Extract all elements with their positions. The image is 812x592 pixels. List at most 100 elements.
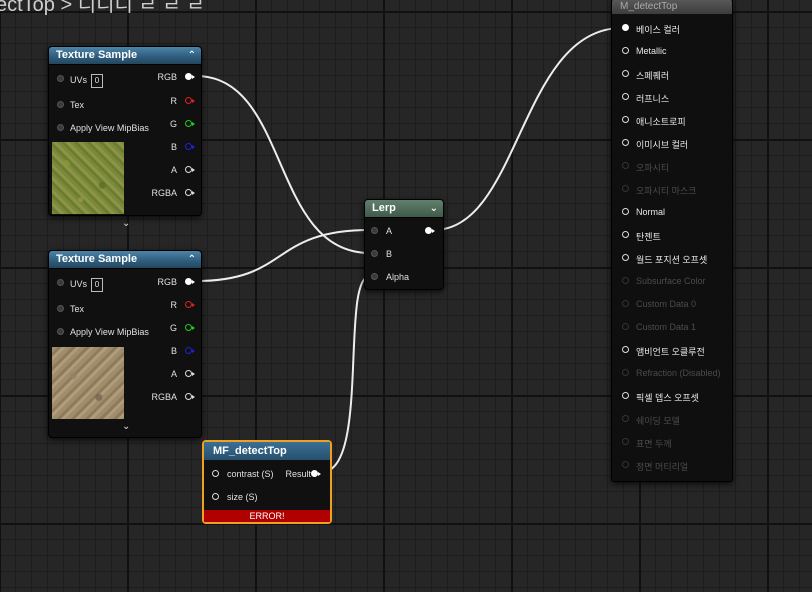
output-a-label: A (170, 369, 177, 379)
input-pin-icon[interactable] (622, 323, 629, 330)
node-header[interactable]: Texture Sample ⌃ (49, 47, 201, 65)
pin-label: contrast (S) (227, 469, 274, 479)
input-tex[interactable]: Tex (57, 304, 84, 314)
pin-label: 쉐이딩 모델 (636, 416, 680, 426)
input-pin-icon[interactable] (622, 438, 629, 445)
output-rgba-pin-icon[interactable] (185, 189, 195, 196)
pin-label: 픽셀 뎁스 오프셋 (636, 393, 699, 403)
input-pin-icon[interactable] (622, 300, 629, 307)
input-uvs[interactable]: UVs 0 (57, 74, 104, 88)
pin-label: Custom Data 1 (636, 322, 697, 332)
pin-label: Custom Data 0 (636, 299, 697, 309)
output-a-pin-icon[interactable] (185, 370, 195, 377)
pin-label: Normal (636, 207, 666, 217)
lerp-node[interactable]: Lerp ⌄ A B Alpha (364, 199, 444, 290)
output-b-pin-icon[interactable] (185, 143, 195, 150)
material-function-node[interactable]: MF_detectTop contrast (S) size (S) Resul… (202, 440, 332, 524)
output-pin-icon[interactable] (425, 227, 435, 234)
pin-label: Apply View MipBias (70, 327, 149, 337)
wire-rgb1-to-lerp-b (195, 75, 371, 254)
pin-label: 탄젠트 (636, 232, 661, 242)
wire-rgb2-to-lerp-a (195, 229, 371, 282)
input-pin-icon[interactable] (622, 415, 629, 422)
pin-label: 러프니스 (636, 94, 670, 104)
texture-sample-node-1[interactable]: Texture Sample ⌃ UVs 0 Tex Apply View Mip… (48, 46, 202, 229)
error-banner: ERROR! (204, 510, 330, 522)
input-pin-icon[interactable] (622, 116, 629, 123)
input-pin-icon[interactable] (622, 162, 629, 169)
output-b-label: B (170, 142, 177, 152)
input-pin-icon[interactable] (371, 227, 378, 234)
input-pin-icon[interactable] (371, 250, 378, 257)
input-pin-icon[interactable] (622, 208, 629, 215)
result-node-header[interactable]: M_detectTop (612, 0, 732, 14)
output-rgba-pin-icon[interactable] (185, 393, 195, 400)
input-pin-icon[interactable] (57, 279, 64, 286)
input-pin-icon[interactable] (622, 185, 629, 192)
input-pin-icon[interactable] (371, 273, 378, 280)
input-apply-view-mipbias[interactable]: Apply View MipBias (57, 327, 149, 337)
collapse-chevron-icon[interactable]: ⌄ (430, 200, 438, 217)
input-pin-icon[interactable] (622, 346, 629, 353)
input-pin-icon[interactable] (212, 470, 219, 477)
node-header[interactable]: Texture Sample ⌃ (49, 251, 201, 269)
output-g-pin-icon[interactable] (185, 120, 195, 127)
output-b-label: B (170, 346, 177, 356)
output-r-label: R (170, 300, 178, 310)
input-pin-icon[interactable] (57, 75, 64, 82)
pin-label: 애니소트로피 (636, 117, 686, 127)
material-result-node[interactable]: M_detectTop 베이스 컬러 Metallic 스페퀘러 러프니스 애니소트로피… (611, 0, 733, 482)
input-tex[interactable]: Tex (57, 100, 84, 110)
input-pin-icon[interactable] (622, 254, 629, 261)
input-pin-icon[interactable] (57, 101, 64, 108)
input-pin-icon[interactable] (622, 461, 629, 468)
wire-lerp-to-basecolor (433, 27, 623, 231)
input-uvs[interactable]: UVs 0 (57, 278, 104, 292)
input-pin-icon[interactable] (622, 277, 629, 284)
uv-index-field[interactable]: 0 (91, 278, 104, 292)
input-pin-icon[interactable] (622, 392, 629, 399)
collapse-chevron-icon[interactable]: ⌃ (188, 47, 196, 64)
expand-chevron-icon[interactable]: ⌄ (122, 218, 130, 229)
node-title: Texture Sample (56, 253, 138, 265)
input-pin-icon[interactable] (212, 493, 219, 500)
input-a[interactable]: A (371, 226, 392, 236)
output-r-pin-icon[interactable] (185, 97, 195, 104)
input-size[interactable]: size (S) (212, 492, 258, 502)
output-b-pin-icon[interactable] (185, 347, 195, 354)
input-alpha[interactable]: Alpha (371, 272, 409, 282)
output-rgb-pin-icon[interactable] (185, 278, 195, 285)
pin-label: 오파시티 마스크 (636, 186, 697, 196)
input-pin-icon[interactable] (622, 139, 629, 146)
collapse-chevron-icon[interactable]: ⌃ (188, 251, 196, 268)
pin-label: 월드 포지션 오프셋 (636, 255, 708, 265)
input-pin-icon[interactable] (622, 369, 629, 376)
input-pin-icon[interactable] (57, 124, 64, 131)
pin-label: 정면 머티리얼 (636, 462, 689, 472)
input-pin-icon[interactable] (622, 93, 629, 100)
input-pin-icon[interactable] (622, 47, 629, 54)
input-pin-icon[interactable] (57, 328, 64, 335)
node-header[interactable]: Lerp ⌄ (365, 200, 443, 218)
pin-label: 오파시티 (636, 163, 670, 173)
input-pin-icon[interactable] (622, 231, 629, 238)
output-a-pin-icon[interactable] (185, 166, 195, 173)
output-rgba-label: RGBA (151, 392, 177, 402)
output-r-pin-icon[interactable] (185, 301, 195, 308)
input-pin-icon[interactable] (622, 24, 629, 31)
input-contrast[interactable]: contrast (S) (212, 469, 274, 479)
uv-index-field[interactable]: 0 (91, 74, 104, 88)
pin-label: Subsurface Color (636, 276, 706, 286)
input-apply-view-mipbias[interactable]: Apply View MipBias (57, 123, 149, 133)
input-pin-icon[interactable] (622, 70, 629, 77)
output-result-pin-icon[interactable] (311, 470, 321, 477)
output-result-label: Result (285, 469, 311, 479)
texture-sample-node-2[interactable]: Texture Sample ⌃ UVs 0 Tex Apply View Mip… (48, 250, 202, 438)
input-pin-icon[interactable] (57, 305, 64, 312)
expand-chevron-icon[interactable]: ⌄ (122, 421, 130, 432)
input-b[interactable]: B (371, 249, 392, 259)
output-rgb-pin-icon[interactable] (185, 73, 195, 80)
node-header[interactable]: MF_detectTop (204, 442, 330, 460)
output-rgba-label: RGBA (151, 188, 177, 198)
output-g-pin-icon[interactable] (185, 324, 195, 331)
